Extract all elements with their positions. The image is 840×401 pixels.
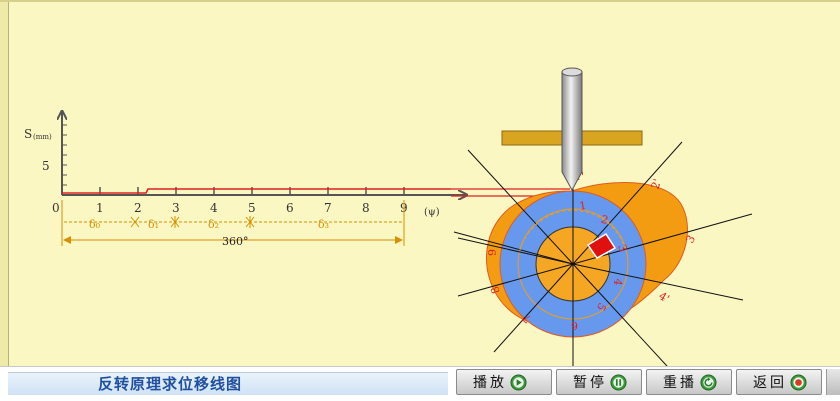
cam-mechanism: 123456789 1'2'34' xyxy=(453,67,753,366)
phase-label-delta1: δ₁ xyxy=(148,218,159,231)
phase-label-delta3: δ₃ xyxy=(318,218,329,231)
animation-stage: S (mm) 5 0 1 2 3 4 5 6 7 8 9 (ψ) δ₀ δ₁ δ₂ δ₃ 360°… xyxy=(0,0,840,401)
follower-rod xyxy=(561,71,583,192)
x-tick-label: 4 xyxy=(210,201,218,215)
phase-label-delta2: δ₂ xyxy=(208,218,219,231)
phase-separator-175 xyxy=(170,216,180,228)
x-tick-label: 7 xyxy=(324,201,332,215)
x-tick-label: 1 xyxy=(96,201,104,215)
replay-button[interactable]: 重播 xyxy=(646,369,732,395)
play-icon xyxy=(510,373,527,391)
graph: S (mm) 5 0123456789 (ψ) δ₀ δ₁ δ₂ δ₃ 360° xyxy=(24,112,570,248)
y-tick-label: 5 xyxy=(42,159,50,173)
cam-inner-label: 9 xyxy=(486,249,499,256)
pause-icon xyxy=(610,373,627,391)
x-tick-label: 5 xyxy=(248,201,256,215)
play-button[interactable]: 播放 xyxy=(456,369,552,395)
phase-separator-135 xyxy=(130,216,140,228)
page-title: 反转原理求位移线图 xyxy=(98,375,243,393)
follower-top xyxy=(561,67,583,77)
play-label: 播放 xyxy=(473,375,507,391)
phase-separator-250 xyxy=(245,216,255,228)
x-tick-label: 0 xyxy=(52,201,60,215)
back-button[interactable]: 返回 xyxy=(736,369,822,395)
x-axis-label: (ψ) xyxy=(424,207,440,218)
x-tick-label: 3 xyxy=(172,201,180,215)
back-icon xyxy=(790,373,807,391)
cam-inner-label: 6 xyxy=(571,319,578,332)
phase-label-delta0: δ₀ xyxy=(89,218,101,231)
displacement-trace xyxy=(62,188,451,194)
cam-outer-label: 4' xyxy=(657,289,672,305)
total-angle-label: 360° xyxy=(222,235,249,248)
y-axis-label: S xyxy=(24,127,32,141)
replay-label: 重播 xyxy=(663,375,697,391)
displacement-diagram: S (mm) 5 0 1 2 3 4 5 6 7 8 9 (ψ) δ₀ δ₁ δ₂ δ₃ 360°… xyxy=(24,67,753,366)
x-tick-label: 6 xyxy=(286,201,294,215)
back-label: 返回 xyxy=(753,375,787,391)
y-axis-unit: (mm) xyxy=(33,133,52,141)
x-tick-label: 2 xyxy=(134,201,142,215)
pause-label: 暂停 xyxy=(573,375,607,391)
toolbar-edge xyxy=(826,369,840,395)
replay-icon xyxy=(700,373,717,391)
pause-button[interactable]: 暂停 xyxy=(556,369,642,395)
x-ticks: 0123456789 xyxy=(52,187,408,215)
x-tick-label: 8 xyxy=(362,201,370,215)
